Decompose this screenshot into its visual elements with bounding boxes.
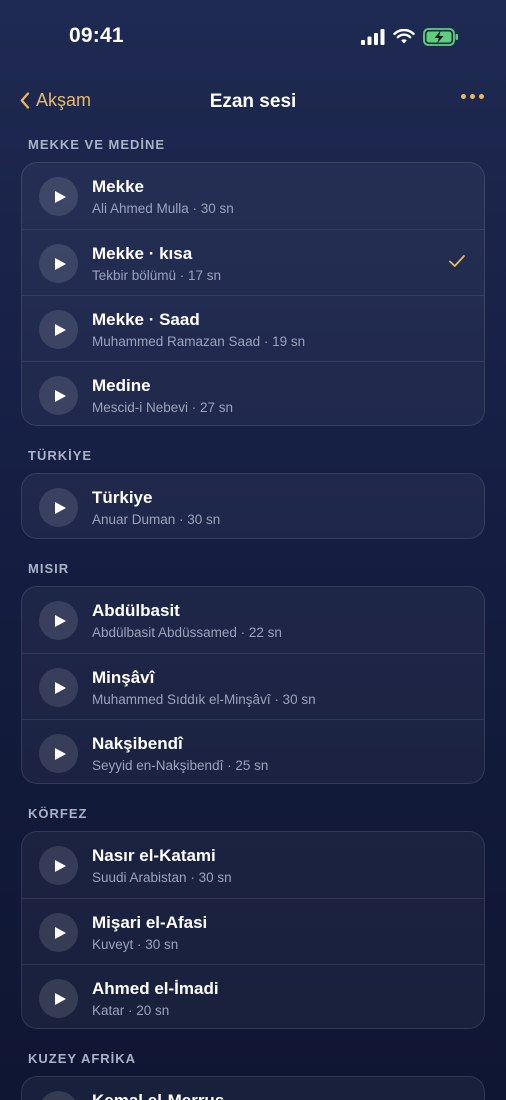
sound-group: Mekke Ali Ahmed Mulla · 30 sn Mekke · kısa… bbox=[21, 162, 485, 426]
sound-title: Ahmed el-İmadi bbox=[92, 979, 219, 998]
sound-row[interactable]: Mekke · kısa Tekbir bölümü · 17 sn bbox=[22, 229, 484, 295]
sound-subtitle: Mescid-i Nebevi · 27 sn bbox=[92, 400, 234, 415]
section-header: KÖRFEZ bbox=[28, 806, 88, 821]
play-button[interactable] bbox=[39, 1091, 78, 1100]
play-icon bbox=[54, 992, 66, 1005]
wifi-icon bbox=[393, 29, 415, 44]
play-icon bbox=[54, 747, 66, 760]
sound-title: Türkiye bbox=[92, 488, 153, 507]
sound-row[interactable]: Nasır el-Katami Suudi Arabistan · 30 sn bbox=[22, 832, 484, 898]
sound-group: Kemal el-Merrus bbox=[21, 1076, 485, 1100]
sound-title: Mişari el-Afasi bbox=[92, 913, 208, 932]
section-header: MEKKE VE MEDİNE bbox=[28, 137, 166, 152]
play-button[interactable] bbox=[39, 601, 78, 640]
section-header: TÜRKİYE bbox=[28, 448, 93, 463]
sound-row[interactable]: Mişari el-Afasi Kuveyt · 30 sn bbox=[22, 898, 484, 964]
section-header: KUZEY AFRİKA bbox=[28, 1051, 137, 1066]
play-icon bbox=[54, 926, 66, 939]
play-icon bbox=[54, 323, 66, 336]
sound-group: Nasır el-Katami Suudi Arabistan · 30 sn Mi… bbox=[21, 831, 485, 1029]
play-icon bbox=[54, 257, 66, 270]
sound-subtitle: Katar · 20 sn bbox=[92, 1003, 170, 1018]
sound-title: Minşâvî bbox=[92, 668, 155, 687]
play-button[interactable] bbox=[39, 488, 78, 527]
sound-title: Medine bbox=[92, 376, 151, 395]
section-header: MISIR bbox=[28, 561, 70, 576]
play-icon bbox=[54, 614, 66, 627]
play-button[interactable] bbox=[39, 846, 78, 885]
sound-row[interactable]: Mekke Ali Ahmed Mulla · 30 sn bbox=[22, 163, 484, 229]
play-button[interactable] bbox=[39, 376, 78, 415]
sound-row[interactable]: Medine Mescid-i Nebevi · 27 sn bbox=[22, 361, 484, 425]
sound-subtitle: Abdülbasit Abdüssamed · 22 sn bbox=[92, 625, 282, 640]
play-icon bbox=[54, 501, 66, 514]
nav-bar: Akşam Ezan sesi bbox=[0, 82, 506, 122]
status-icons bbox=[361, 28, 459, 46]
sound-subtitle: Tekbir bölümü · 17 sn bbox=[92, 268, 222, 283]
sound-group: Abdülbasit Abdülbasit Abdüssamed · 22 sn M… bbox=[21, 586, 485, 784]
sound-row[interactable]: Türkiye Anuar Duman · 30 sn bbox=[22, 474, 484, 538]
sound-subtitle: Kuveyt · 30 sn bbox=[92, 937, 179, 952]
play-button[interactable] bbox=[39, 310, 78, 349]
sound-title: Abdülbasit bbox=[92, 601, 180, 620]
sound-title: Nasır el-Katami bbox=[92, 846, 216, 865]
battery-charging-icon bbox=[423, 28, 458, 46]
play-icon bbox=[54, 190, 66, 203]
sound-subtitle: Seyyid en-Nakşibendî · 25 sn bbox=[92, 758, 269, 773]
play-button[interactable] bbox=[39, 913, 78, 952]
checkmark-icon bbox=[449, 255, 465, 267]
sound-subtitle: Muhammed Sıddık el-Minşâvî · 30 sn bbox=[92, 692, 316, 707]
sound-row[interactable]: Ahmed el-İmadi Katar · 20 sn bbox=[22, 964, 484, 1028]
sound-row[interactable]: Mekke · Saad Muhammed Ramazan Saad · 19 s… bbox=[22, 295, 484, 361]
play-button[interactable] bbox=[39, 244, 78, 283]
play-icon bbox=[54, 389, 66, 402]
sound-row[interactable]: Minşâvî Muhammed Sıddık el-Minşâvî · 30 s… bbox=[22, 653, 484, 719]
sound-title: Mekke · kısa bbox=[92, 244, 193, 263]
play-button[interactable] bbox=[39, 177, 78, 216]
sound-title: Nakşibendî bbox=[92, 734, 183, 753]
sound-subtitle: Anuar Duman · 30 sn bbox=[92, 512, 221, 527]
play-icon bbox=[54, 681, 66, 694]
sound-row[interactable]: Nakşibendî Seyyid en-Nakşibendî · 25 sn bbox=[22, 719, 484, 783]
sound-subtitle: Ali Ahmed Mulla · 30 sn bbox=[92, 201, 234, 216]
sound-title: Mekke · Saad bbox=[92, 310, 200, 329]
status-time: 09:41 bbox=[69, 24, 124, 47]
more-icon[interactable] bbox=[461, 94, 484, 99]
play-button[interactable] bbox=[39, 979, 78, 1018]
play-button[interactable] bbox=[39, 734, 78, 773]
sound-row[interactable]: Abdülbasit Abdülbasit Abdüssamed · 22 sn bbox=[22, 587, 484, 653]
sound-title: Kemal el-Merrus bbox=[92, 1091, 224, 1100]
signal-icon bbox=[361, 29, 385, 45]
play-icon bbox=[54, 859, 66, 872]
sound-group: Türkiye Anuar Duman · 30 sn bbox=[21, 473, 485, 539]
sound-row[interactable]: Kemal el-Merrus bbox=[22, 1077, 484, 1100]
sound-title: Mekke bbox=[92, 177, 144, 196]
sound-subtitle: Muhammed Ramazan Saad · 19 sn bbox=[92, 334, 306, 349]
status-bar: 09:41 bbox=[0, 0, 506, 74]
page-title: Ezan sesi bbox=[209, 91, 297, 112]
play-button[interactable] bbox=[39, 668, 78, 707]
sound-subtitle: Suudi Arabistan · 30 sn bbox=[92, 870, 232, 885]
